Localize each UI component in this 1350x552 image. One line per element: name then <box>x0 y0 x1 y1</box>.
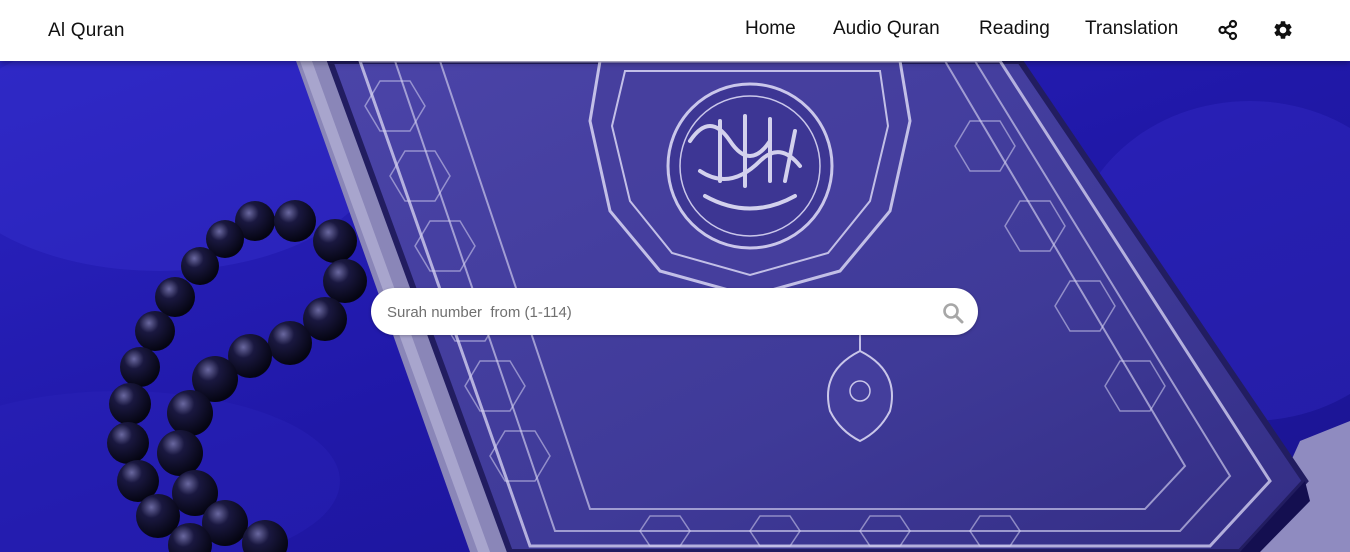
surah-search-input[interactable] <box>385 298 929 326</box>
top-navbar: Al Quran Home Audio Quran Reading Transl… <box>0 0 1350 61</box>
share-icon[interactable] <box>1217 19 1239 41</box>
hero-banner <box>0 61 1350 552</box>
search-icon[interactable] <box>942 302 964 324</box>
gear-icon[interactable] <box>1272 19 1294 41</box>
brand-title[interactable]: Al Quran <box>48 20 125 42</box>
nav-home[interactable]: Home <box>745 18 796 40</box>
nav-reading[interactable]: Reading <box>979 18 1050 40</box>
nav-translation[interactable]: Translation <box>1085 18 1178 40</box>
surah-search-box <box>371 288 978 335</box>
nav-audio-quran[interactable]: Audio Quran <box>833 18 940 40</box>
